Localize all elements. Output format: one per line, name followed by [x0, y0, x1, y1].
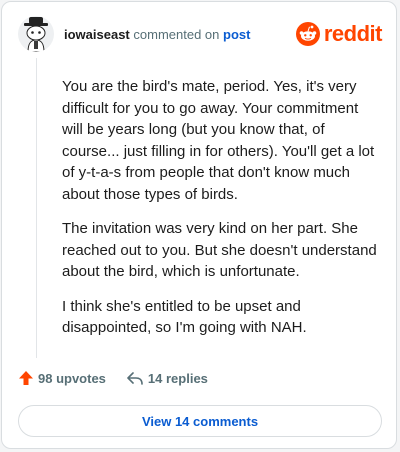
reply-arrow-icon — [127, 372, 143, 385]
replies-button[interactable]: 14 replies — [126, 370, 208, 386]
comment-actions: 98 upvotes 14 replies — [18, 370, 208, 386]
upvote-arrow-icon — [19, 371, 33, 385]
reddit-brand[interactable]: reddit — [295, 21, 383, 47]
comment-meta: iowaiseast commented on post — [64, 27, 250, 42]
comment-card: iowaiseast commented on post reddit You … — [1, 1, 397, 449]
upvote-count: 98 upvotes — [38, 370, 106, 386]
comment-paragraph: The invitation was very kind on her part… — [62, 220, 377, 280]
view-comments-button[interactable]: View 14 comments — [18, 405, 382, 437]
reddit-logo-icon — [295, 22, 320, 46]
action-text: commented on — [133, 26, 220, 42]
upvote-button[interactable]: 98 upvotes — [18, 370, 106, 386]
comment-body: You are the bird's mate, period. Yes, it… — [62, 76, 380, 352]
comment-header: iowaiseast commented on post reddit — [18, 14, 383, 54]
thread-line — [36, 58, 37, 358]
username[interactable]: iowaiseast — [64, 27, 130, 42]
reply-count: 14 replies — [147, 370, 208, 386]
avatar[interactable] — [18, 16, 54, 52]
comment-paragraph: You are the bird's mate, period. Yes, it… — [62, 78, 375, 203]
snoo-avatar-icon — [24, 17, 48, 52]
reddit-wordmark: reddit — [323, 21, 383, 46]
post-link[interactable]: post — [223, 27, 250, 42]
comment-paragraph: I think she's entitled to be upset and d… — [62, 297, 307, 337]
